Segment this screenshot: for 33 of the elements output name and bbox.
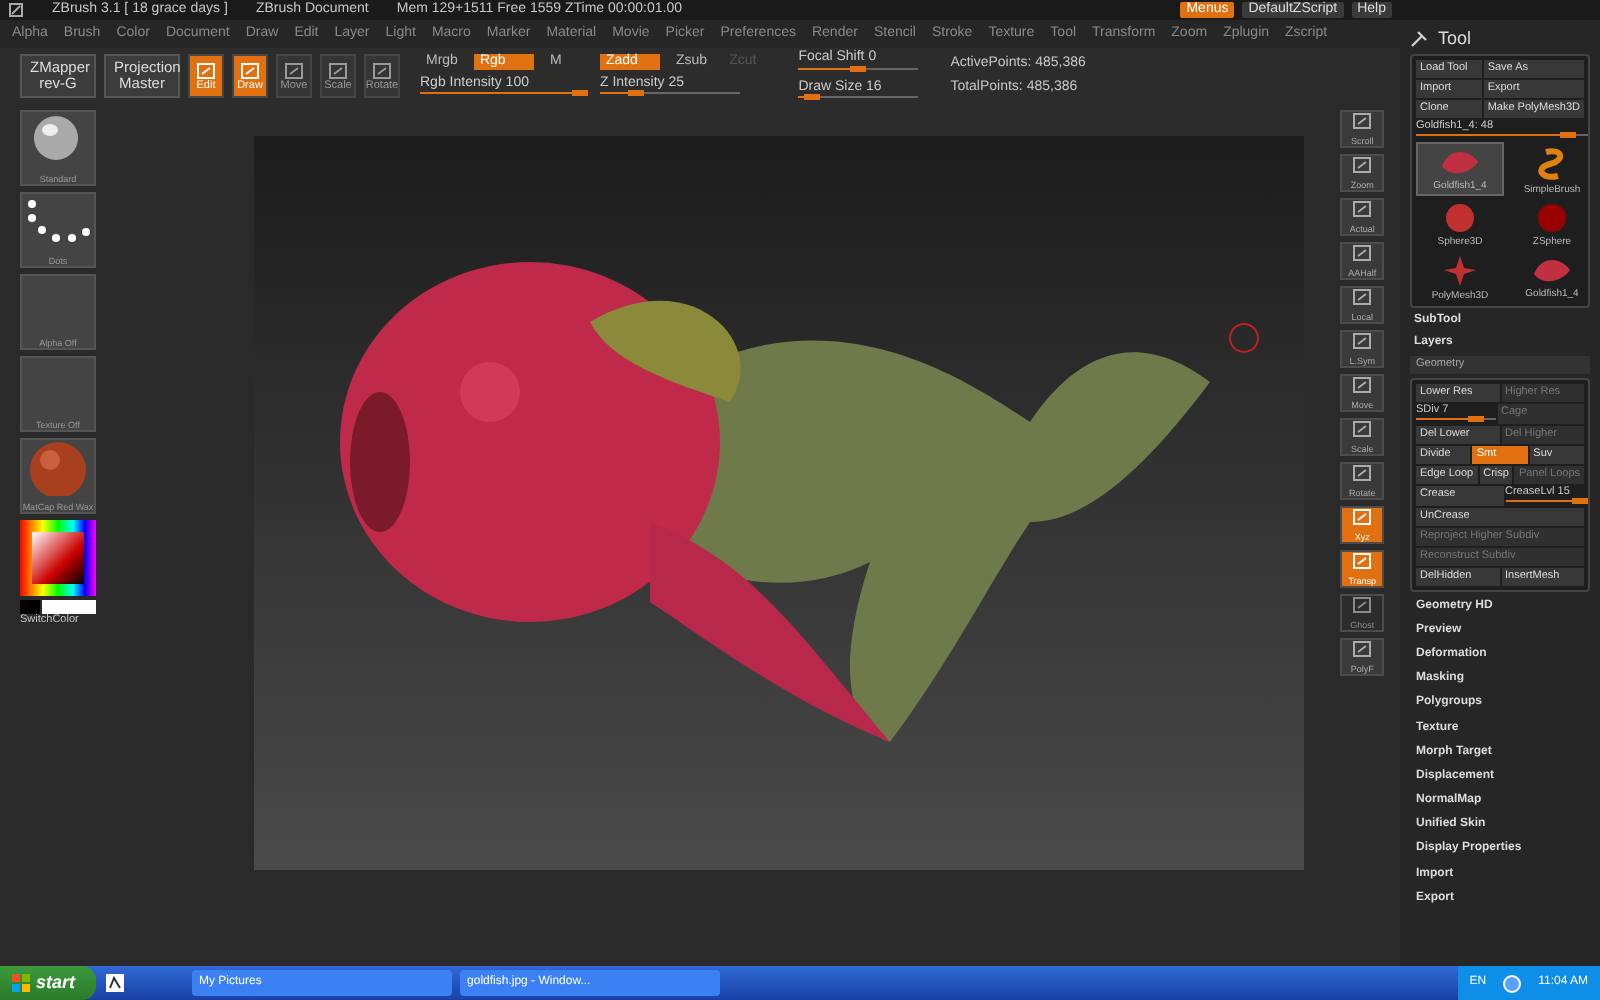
hammer-icon bbox=[1410, 28, 1430, 49]
app-logo-icon bbox=[8, 2, 24, 18]
panel-title: Tool bbox=[1438, 28, 1472, 50]
square-icon bbox=[1350, 596, 1375, 614]
sphere-icon bbox=[1446, 203, 1474, 232]
sphere-icon bbox=[1538, 203, 1566, 232]
square-icon bbox=[1350, 200, 1375, 218]
square-icon bbox=[1350, 420, 1375, 438]
square-icon bbox=[1350, 552, 1375, 570]
s-brush-icon bbox=[1537, 145, 1567, 180]
square-icon bbox=[1350, 244, 1375, 262]
square-icon bbox=[284, 62, 304, 81]
square-icon bbox=[1350, 464, 1375, 482]
star-icon bbox=[1444, 255, 1476, 286]
square-icon bbox=[1350, 640, 1375, 658]
quick-launch-icon bbox=[103, 972, 126, 994]
square-icon bbox=[372, 62, 392, 81]
square-icon bbox=[1350, 288, 1375, 306]
start-button[interactable]: start bbox=[0, 966, 96, 1000]
fish-thumbnail-icon bbox=[1442, 147, 1478, 176]
fish-thumbnail-icon bbox=[1534, 255, 1570, 284]
square-icon bbox=[240, 62, 260, 81]
color-picker-icon bbox=[20, 520, 96, 614]
square-icon bbox=[1350, 332, 1375, 350]
square-icon bbox=[328, 62, 348, 81]
windows-logo-icon bbox=[12, 974, 30, 992]
tray-icon bbox=[1502, 973, 1523, 993]
brush-cursor-icon bbox=[1226, 320, 1263, 356]
square-icon bbox=[1350, 376, 1375, 394]
square-icon bbox=[1350, 156, 1375, 174]
square-icon bbox=[1350, 508, 1375, 526]
square-icon bbox=[196, 62, 216, 81]
square-icon bbox=[1350, 112, 1375, 130]
